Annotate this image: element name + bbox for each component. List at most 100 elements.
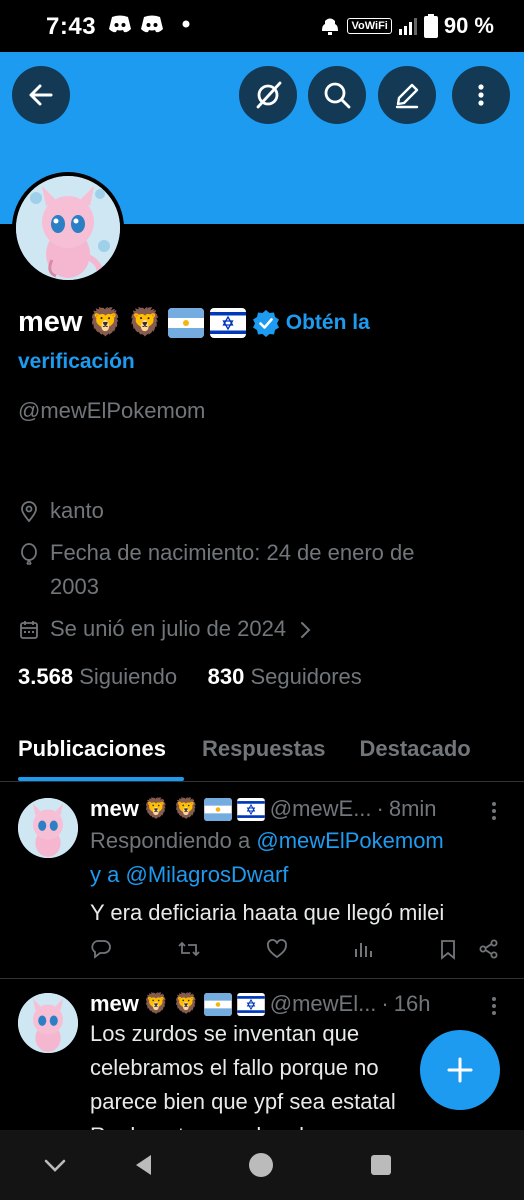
tweet-author[interactable]: mew [90, 991, 139, 1017]
profile-avatar[interactable] [12, 172, 124, 284]
joined-text: Se unió en julio de 2024 [50, 616, 287, 641]
tweet-actions [90, 938, 500, 960]
avatar-image [16, 176, 120, 280]
birthdate-row: Fecha de nacimiento: 24 de enero de 2003 [18, 536, 414, 604]
search-icon [324, 82, 351, 109]
following-link[interactable]: 3.568 Siguiendo [18, 664, 177, 689]
nav-home-button[interactable] [246, 1150, 276, 1180]
profile-tabs: Publicaciones Respuestas Destacado [0, 720, 524, 782]
balloon-icon [21, 543, 37, 565]
calendar-icon [20, 621, 38, 639]
back-triangle-icon [136, 1155, 151, 1175]
tab-label: Respuestas [201, 736, 326, 761]
bookmark-icon[interactable] [438, 938, 458, 960]
tweet-author[interactable]: mew [90, 796, 139, 822]
tweet-time: 16h [393, 991, 431, 1016]
lion-emoji: 🦁 [128, 307, 162, 337]
grok-button[interactable] [239, 66, 297, 124]
status-right: VoWiFi 90 % [319, 13, 494, 39]
joined-row[interactable]: Se unió en julio de 2024 [18, 612, 314, 646]
follow-stats: 3.568 Siguiendo 830 Seguidores [18, 664, 362, 690]
following-count: 3.568 [18, 664, 74, 689]
lion-emoji: 🦁 [173, 798, 199, 820]
birthdate-text: Fecha de nacimiento: 24 de enero de 2003 [50, 536, 414, 604]
recents-square-icon [371, 1155, 391, 1175]
system-nav-bar [0, 1130, 524, 1200]
lion-emoji: 🦁 [143, 798, 169, 820]
get-verified-link[interactable]: Obtén la [286, 311, 370, 335]
tab-label: Publicaciones [18, 736, 166, 761]
tweet-handle: @mewEl... [269, 991, 377, 1016]
tab-respuestas[interactable]: Respuestas [184, 720, 344, 781]
israel-flag [236, 797, 265, 821]
chevron-down-icon [44, 1159, 66, 1172]
followers-link[interactable]: 830 Seguidores [208, 664, 362, 689]
profile-name-row: mew 🦁 🦁 Obtén la [18, 306, 370, 339]
tweet-text-line: celebramos el fallo porque no [90, 1055, 379, 1080]
edit-icon [395, 83, 419, 109]
status-time: 7:43 [46, 13, 97, 40]
lion-emoji: 🦁 [173, 993, 199, 1015]
location-icon [21, 501, 37, 523]
compose-button[interactable] [420, 1030, 500, 1110]
followers-count: 830 [207, 664, 245, 689]
like-icon[interactable] [266, 938, 288, 960]
back-arrow-icon [29, 84, 53, 106]
tweet-time: 8min [388, 796, 437, 821]
mention-link[interactable]: @MilagrosDwarf [125, 862, 288, 887]
israel-flag [236, 992, 265, 1016]
battery-icon [423, 14, 438, 38]
location-text: kanto [50, 498, 104, 523]
tweet-header: mew 🦁 🦁 @mewEl... · 16h [90, 991, 430, 1017]
chevron-right-icon [301, 622, 311, 638]
active-tab-indicator [18, 777, 184, 781]
alarm-icon [322, 18, 339, 35]
separator: · [376, 796, 384, 821]
separator: · [381, 991, 389, 1016]
israel-flag [209, 307, 246, 338]
tweet[interactable]: mew 🦁 🦁 @mewE... · 8min Respondiendo a @m… [0, 782, 524, 978]
more-vertical-icon [478, 84, 484, 106]
tweet-text: Y era deficiaria haata que llegó milei [90, 900, 445, 925]
followers-label: Seguidores [250, 664, 362, 689]
nav-back-button[interactable] [128, 1150, 158, 1180]
signal-icon [398, 18, 417, 35]
tweet-avatar[interactable] [18, 798, 78, 858]
argentina-flag [167, 307, 204, 338]
search-button[interactable] [308, 66, 366, 124]
argentina-flag [203, 992, 232, 1016]
tweet-header: mew 🦁 🦁 @mewE... · 8min [90, 796, 437, 822]
discord-icon [141, 15, 163, 33]
tweet-avatar[interactable] [18, 993, 78, 1053]
tab-publicaciones[interactable]: Publicaciones [0, 720, 184, 781]
lion-emoji: 🦁 [143, 993, 169, 1015]
discord-icon [109, 15, 131, 33]
lion-emoji: 🦁 [88, 307, 123, 337]
tweet-text-line: Realmente no saben leer [90, 1119, 336, 1130]
mention-link[interactable]: @mewElPokemom [256, 828, 443, 853]
reply-prefix: Respondiendo a [90, 828, 251, 853]
verified-badge-icon[interactable] [252, 309, 280, 337]
views-icon[interactable] [353, 938, 373, 960]
reply-icon[interactable] [90, 938, 112, 960]
dot-icon [182, 20, 190, 28]
reply-context: Respondiendo a @mewElPokemom [90, 824, 444, 858]
tab-label: Destacado [359, 736, 471, 761]
tab-destacado[interactable]: Destacado [343, 720, 488, 781]
share-icon[interactable] [478, 938, 500, 960]
display-name: mew [18, 306, 83, 338]
tweet-more-icon[interactable] [484, 995, 504, 1017]
tweet-actions-right [438, 938, 500, 960]
nav-recents-button[interactable] [366, 1150, 396, 1180]
retweet-icon[interactable] [177, 938, 201, 960]
edit-button[interactable] [378, 66, 436, 124]
tweet-handle: @mewE... [269, 796, 372, 821]
get-verified-link-2[interactable]: verificación [18, 350, 135, 374]
notification-icons [108, 14, 192, 34]
more-button[interactable] [452, 66, 510, 124]
tweet-more-icon[interactable] [484, 800, 504, 822]
vowifi-badge: VoWiFi [347, 18, 392, 34]
birthdate-line2: 2003 [50, 574, 99, 599]
back-button[interactable] [12, 66, 70, 124]
nav-collapse-button[interactable] [40, 1150, 70, 1180]
